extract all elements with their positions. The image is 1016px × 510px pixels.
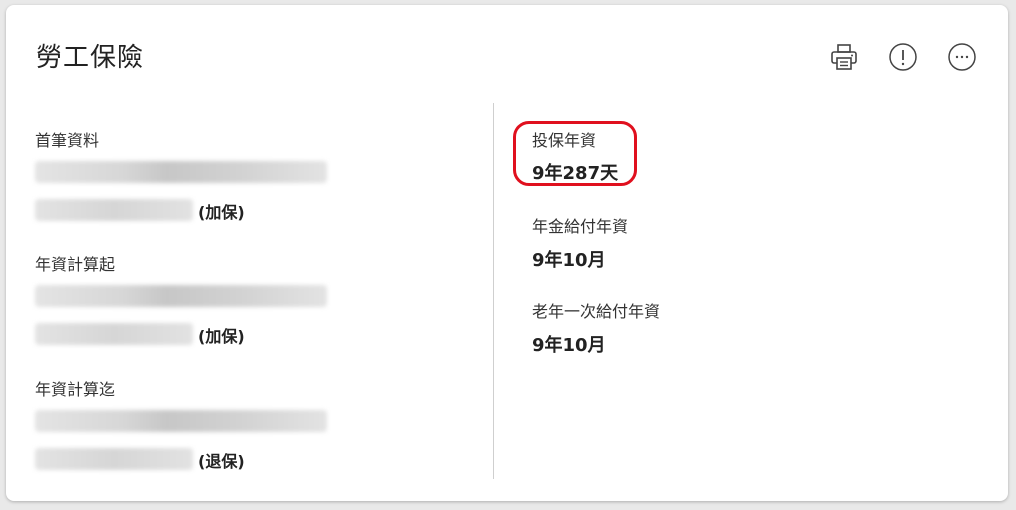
redacted-value bbox=[35, 199, 193, 221]
redacted-value bbox=[35, 161, 327, 183]
card-actions bbox=[828, 41, 978, 73]
redacted-value bbox=[35, 285, 327, 307]
more-icon[interactable] bbox=[946, 41, 978, 73]
first-record-label: 首筆資料 bbox=[35, 131, 100, 150]
column-divider bbox=[493, 103, 494, 479]
redacted-value bbox=[35, 323, 193, 345]
redacted-value bbox=[35, 448, 193, 470]
lump-sum-years-value: 9年10月 bbox=[532, 335, 606, 356]
info-icon[interactable] bbox=[887, 41, 919, 73]
print-icon[interactable] bbox=[828, 41, 860, 73]
pension-years-label: 年金給付年資 bbox=[532, 217, 629, 236]
seniority-start-status: (加保) bbox=[198, 327, 245, 346]
seniority-end-label: 年資計算迄 bbox=[35, 380, 116, 399]
first-record-status: (加保) bbox=[198, 203, 245, 222]
redacted-value bbox=[35, 410, 327, 432]
seniority-end-status: (退保) bbox=[198, 452, 245, 471]
lump-sum-years-label: 老年一次給付年資 bbox=[532, 302, 661, 321]
seniority-start-label: 年資計算起 bbox=[35, 255, 116, 274]
highlight-annotation bbox=[513, 121, 637, 186]
card-title: 勞工保險 bbox=[36, 43, 145, 73]
pension-years-value: 9年10月 bbox=[532, 250, 606, 271]
labor-insurance-card: 勞工保險 首筆資料 (加保) 年資計算起 (加保) 年資計算迄 (退保) 投保年… bbox=[6, 5, 1008, 501]
